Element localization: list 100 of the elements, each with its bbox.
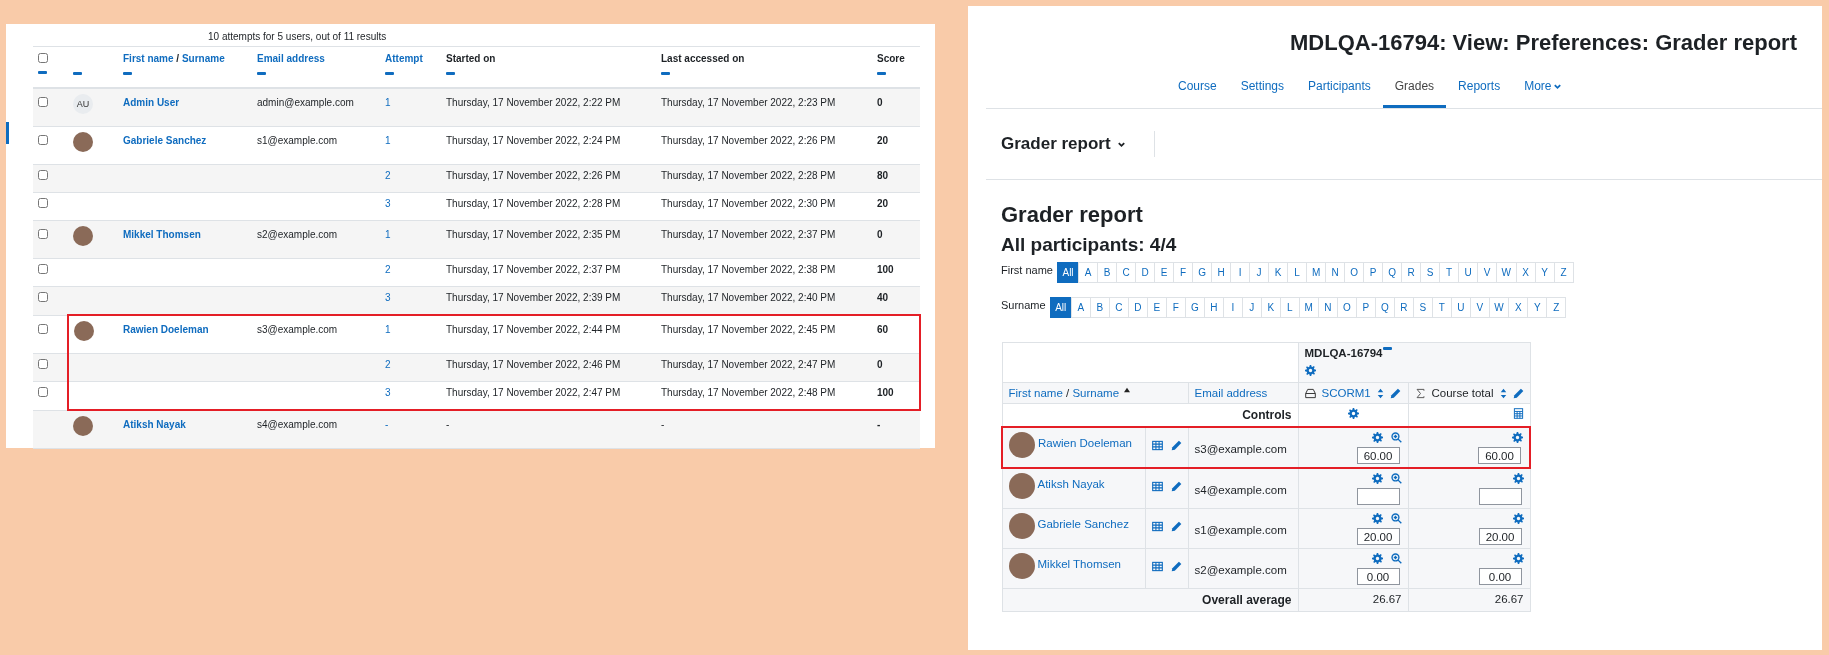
attempt-number-link[interactable]: 3 [385, 387, 391, 398]
initial-filter-button[interactable]: D [1127, 297, 1148, 318]
calculator-icon[interactable] [1512, 408, 1524, 419]
total-input[interactable]: 20.00 [1478, 528, 1522, 545]
user-name-link[interactable]: Atiksh Nayak [1037, 473, 1105, 490]
initial-filter-button[interactable]: Z [1553, 262, 1574, 283]
initial-filter-button[interactable]: Y [1534, 262, 1555, 283]
surname-sort-link[interactable]: Surname [1072, 387, 1120, 399]
gear-icon[interactable] [1512, 553, 1524, 564]
initial-filter-button[interactable]: I [1222, 297, 1243, 318]
row-checkbox[interactable] [38, 387, 48, 397]
nav-tab[interactable]: Participants [1296, 70, 1383, 108]
select-all-checkbox[interactable] [38, 53, 48, 63]
surname-sort-link[interactable]: Surname [181, 53, 225, 64]
row-checkbox[interactable] [38, 264, 48, 274]
initial-filter-button[interactable]: R [1401, 262, 1422, 283]
row-checkbox[interactable] [38, 229, 48, 239]
zoom-in-icon[interactable] [1390, 432, 1402, 443]
initial-filter-button[interactable]: J [1241, 297, 1262, 318]
initial-filter-button[interactable]: B [1097, 262, 1118, 283]
initial-filter-button[interactable]: Z [1546, 297, 1567, 318]
initial-filter-button[interactable]: G [1192, 262, 1213, 283]
zoom-in-icon[interactable] [1390, 513, 1402, 524]
attempt-number-link[interactable]: 1 [385, 324, 391, 335]
user-name-link[interactable]: Gabriele Sanchez [123, 135, 207, 146]
attempt-number-link[interactable]: 1 [385, 135, 391, 146]
initial-filter-button[interactable]: A [1070, 297, 1091, 318]
gear-icon[interactable] [1371, 513, 1383, 524]
grid-icon[interactable] [1151, 561, 1163, 572]
initial-filter-button[interactable]: B [1089, 297, 1110, 318]
first-name-sort-link[interactable]: First name [1008, 387, 1063, 399]
gear-icon[interactable] [1512, 432, 1523, 443]
initial-filter-button[interactable]: O [1344, 262, 1365, 283]
nav-tab[interactable]: Grades [1382, 70, 1447, 108]
attempt-number-link[interactable]: 3 [385, 198, 391, 209]
initial-filter-button[interactable]: H [1203, 297, 1224, 318]
user-name-link[interactable]: Admin User [123, 97, 180, 108]
grid-icon[interactable] [1151, 440, 1163, 451]
initial-filter-button[interactable]: W [1496, 262, 1517, 283]
gear-icon[interactable] [1304, 365, 1316, 376]
initial-filter-button[interactable]: G [1184, 297, 1205, 318]
row-checkbox[interactable] [38, 170, 48, 180]
initial-filter-button[interactable]: S [1412, 297, 1433, 318]
initial-filter-button[interactable]: R [1393, 297, 1414, 318]
pencil-icon[interactable] [1170, 440, 1182, 451]
total-input[interactable]: 60.00 [1478, 447, 1521, 464]
row-checkbox[interactable] [38, 135, 48, 145]
initial-filter-button[interactable]: T [1439, 262, 1460, 283]
total-input[interactable]: 0.00 [1478, 568, 1522, 585]
grade-input[interactable]: 0.00 [1356, 568, 1400, 585]
initial-filter-button[interactable]: M [1306, 262, 1327, 283]
nav-tab[interactable]: More [1512, 70, 1575, 108]
attempt-number-link[interactable]: 2 [385, 359, 391, 370]
initial-filter-button[interactable]: V [1477, 262, 1498, 283]
gear-icon[interactable] [1512, 473, 1524, 484]
grade-input[interactable]: 20.00 [1356, 528, 1400, 545]
attempt-number-link[interactable]: - [385, 419, 389, 430]
grade-input[interactable]: 60.00 [1356, 447, 1400, 464]
gear-icon[interactable] [1371, 473, 1383, 484]
initial-filter-button[interactable]: K [1268, 262, 1289, 283]
initial-filter-button[interactable]: V [1469, 297, 1490, 318]
initial-filter-button[interactable]: Q [1374, 297, 1395, 318]
initial-filter-button[interactable]: P [1355, 297, 1376, 318]
email-sort-link[interactable]: Email address [257, 53, 325, 64]
initial-filter-button[interactable]: M [1298, 297, 1319, 318]
row-checkbox[interactable] [38, 198, 48, 208]
user-name-link[interactable]: Rawien Doeleman [123, 324, 209, 335]
user-name-link[interactable]: Atiksh Nayak [123, 419, 186, 430]
initial-filter-button[interactable]: X [1515, 262, 1536, 283]
nav-tab[interactable]: Reports [1446, 70, 1513, 108]
initial-filter-button[interactable]: I [1230, 262, 1251, 283]
initial-filter-button[interactable]: O [1336, 297, 1357, 318]
row-checkbox[interactable] [38, 97, 48, 107]
nav-tab[interactable]: Settings [1228, 70, 1297, 108]
initial-filter-button[interactable]: U [1450, 297, 1471, 318]
attempt-number-link[interactable]: 2 [385, 264, 391, 275]
initial-filter-button[interactable]: E [1154, 262, 1175, 283]
gear-icon[interactable] [1371, 553, 1383, 564]
initial-filter-button[interactable]: U [1458, 262, 1479, 283]
initial-filter-button[interactable]: N [1317, 297, 1338, 318]
pencil-icon[interactable] [1170, 521, 1182, 532]
gear-icon[interactable] [1371, 432, 1383, 443]
grid-icon[interactable] [1151, 481, 1163, 492]
initial-filter-button[interactable]: X [1508, 297, 1529, 318]
grade-input[interactable] [1356, 488, 1400, 505]
sort-icon[interactable] [1499, 387, 1507, 399]
attempt-number-link[interactable]: 3 [385, 292, 391, 303]
attempt-number-link[interactable]: 1 [385, 97, 391, 108]
zoom-in-icon[interactable] [1390, 553, 1402, 564]
initial-filter-button[interactable]: Q [1382, 262, 1403, 283]
attempt-number-link[interactable]: 1 [385, 229, 391, 240]
initial-filter-button[interactable]: C [1108, 297, 1129, 318]
total-input[interactable] [1478, 488, 1522, 505]
collapse-column-icon[interactable] [1383, 347, 1393, 350]
pencil-icon[interactable] [1170, 561, 1182, 572]
pencil-icon[interactable] [1170, 481, 1182, 492]
initial-filter-button[interactable]: E [1146, 297, 1167, 318]
grid-icon[interactable] [1151, 521, 1163, 532]
initial-filter-button[interactable]: F [1173, 262, 1194, 283]
row-checkbox[interactable] [38, 359, 48, 369]
